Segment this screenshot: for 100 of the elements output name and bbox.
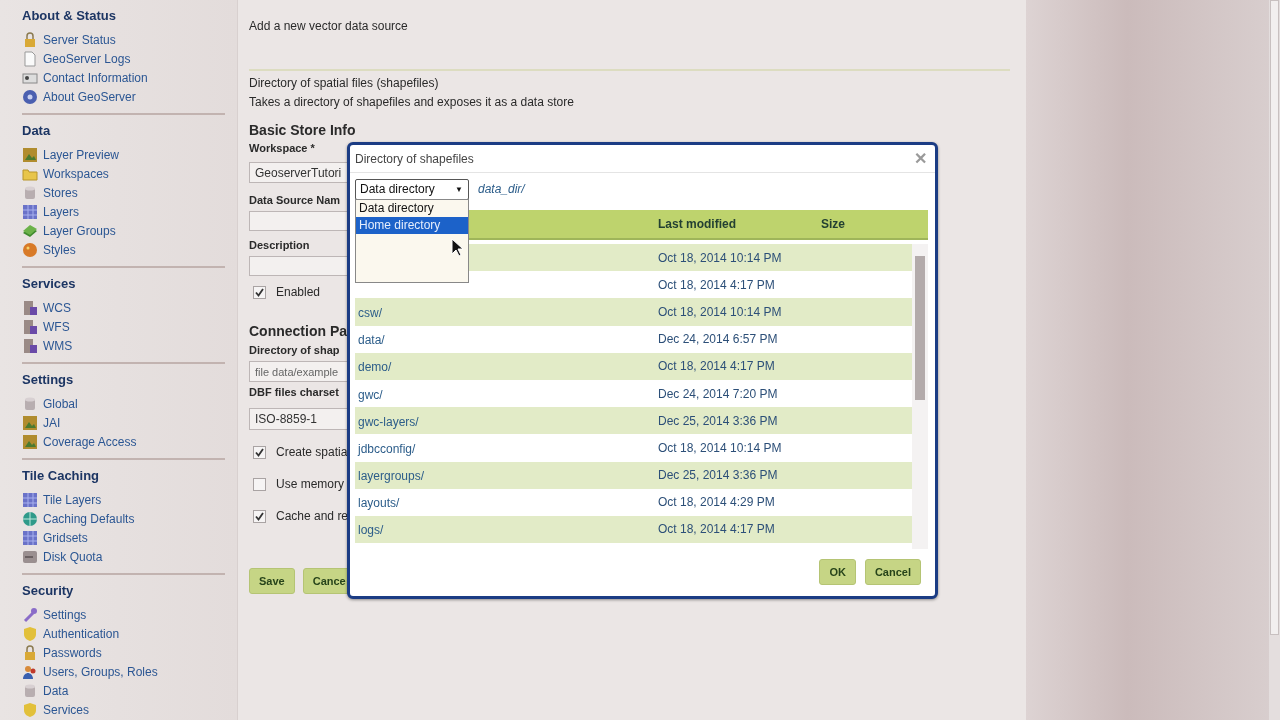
sidebar-link[interactable]: WMS [22,336,73,355]
help-icon [22,88,38,105]
server-icon [22,299,38,316]
wrench-icon [22,606,38,623]
date-cell: Oct 18, 2014 4:29 PM [658,495,775,510]
page-intro: Add a new vector data source [249,18,409,35]
checkbox-label: Cache and re [276,509,349,523]
document-icon [22,50,38,67]
checkbox-label: Enabled [276,285,321,299]
people-icon [22,663,38,680]
checkbox[interactable] [253,477,266,491]
globe-icon [22,510,38,527]
root-select[interactable]: Data directory ▼ [355,178,469,200]
date-cell: Dec 25, 2014 3:36 PM [658,468,778,483]
sidebar-link[interactable]: Services [22,700,89,719]
ok-button[interactable]: OK [819,559,856,585]
section-heading: Tile Caching [22,467,101,485]
table-row[interactable]: demo/ Oct 18, 2014 4:17 PM [355,352,912,380]
cancel-button[interactable]: Cancel [864,559,921,585]
field-label: Data Source Nam [249,193,341,207]
server-icon [22,337,38,354]
field-label: Workspace * [249,141,315,155]
sidebar-link[interactable]: JAI [22,413,61,432]
sidebar-link[interactable]: Settings [22,605,87,624]
sidebar-link[interactable]: GeoServer Logs [22,49,131,68]
grid-icon [22,203,38,220]
field-label: DBF files charset [249,385,339,399]
date-cell: Oct 18, 2014 4:17 PM [658,359,775,374]
dropdown-option[interactable]: Data directory [356,200,468,217]
scrollbar[interactable] [912,244,928,549]
folder-link[interactable]: csw/ [355,305,382,320]
table-row[interactable]: layergroups/ Dec 25, 2014 3:36 PM [355,461,912,489]
sidebar-link[interactable]: Workspaces [22,164,109,183]
section-heading: Data [22,122,52,140]
sidebar-link[interactable]: WCS [22,298,71,317]
column-heading[interactable]: Size [821,217,845,231]
date-cell: Dec 25, 2014 3:36 PM [658,413,778,428]
database-icon [22,395,38,412]
sidebar-link[interactable]: Authentication [22,624,120,643]
grid-icon [22,529,38,546]
date-cell: Dec 24, 2014 6:57 PM [658,332,778,347]
dropdown-option[interactable]: Home directory [356,217,468,234]
sidebar-link[interactable]: Caching Defaults [22,509,135,528]
server-icon [22,318,38,335]
field-label: Directory of shap [249,343,340,357]
sidebar-link[interactable]: Tile Layers [22,490,102,509]
checkbox[interactable] [253,285,266,299]
shield-icon [22,625,38,642]
store-type: Directory of spatial files (shapefiles) [249,75,440,92]
folder-link[interactable]: layouts/ [355,496,400,511]
sidebar-link[interactable]: WFS [22,317,70,336]
checkbox[interactable] [253,445,266,459]
column-heading[interactable]: Last modified [658,217,736,231]
folder-link[interactable]: data/ [355,333,385,348]
sidebar-link[interactable]: Global [22,394,78,413]
database-icon [22,682,38,699]
sidebar-link[interactable]: Stores [22,183,78,202]
date-cell: Oct 18, 2014 10:14 PM [658,250,782,265]
date-cell: Dec 24, 2014 7:20 PM [658,386,778,401]
section-heading: Services [22,275,77,293]
section-title: Connection Pa [249,322,347,340]
image-icon [22,146,38,163]
database-icon [22,184,38,201]
scrollbar[interactable] [1269,0,1280,720]
date-cell: Oct 18, 2014 4:17 PM [658,277,775,292]
sidebar-link[interactable]: Styles [22,240,76,259]
image-icon [22,414,38,431]
sidebar-link[interactable]: Data [22,681,69,700]
date-cell: Oct 18, 2014 10:14 PM [658,304,782,319]
folder-link[interactable]: jdbcconfig/ [355,441,416,456]
section-heading: Settings [22,371,75,389]
sidebar-link[interactable]: Layer Preview [22,145,120,164]
date-cell: Oct 18, 2014 10:14 PM [658,440,782,455]
checkbox[interactable] [253,509,266,523]
sidebar-link[interactable]: Coverage Access [22,432,137,451]
sidebar-link[interactable]: Users, Groups, Roles [22,662,158,681]
table-row[interactable]: logs/ Oct 18, 2014 4:17 PM [355,515,912,544]
folder-link[interactable]: demo/ [355,360,392,375]
table-row[interactable]: gwc-layers/ Dec 25, 2014 3:36 PM [355,407,912,435]
layers-icon [22,222,38,239]
shield-icon [22,701,38,718]
sidebar-link[interactable]: About GeoServer [22,87,136,106]
folder-link[interactable]: gwc/ [355,387,383,402]
field-label: Description [249,238,310,252]
checkbox-label: Use memory [276,477,344,491]
lock-icon [22,644,38,661]
sidebar-link[interactable]: Gridsets [22,528,88,547]
date-cell: Oct 18, 2014 4:17 PM [658,522,775,537]
sidebar-link[interactable]: Layers [22,202,80,221]
sidebar-link[interactable]: Layer Groups [22,221,116,240]
folder-link[interactable]: logs/ [355,523,384,538]
checkbox-label: Create spatia [276,445,348,459]
sidebar-link[interactable]: Server Status [22,30,116,49]
save-button[interactable]: Save [249,568,295,594]
sidebar-link[interactable]: Contact Information [22,68,148,87]
sidebar-link[interactable]: Disk Quota [22,547,103,566]
folder-link[interactable]: layergroups/ [355,469,425,484]
table-row[interactable]: csw/ Oct 18, 2014 10:14 PM [355,298,912,326]
sidebar-link[interactable]: Passwords [22,643,102,662]
path-link[interactable]: data_dir/ [478,182,525,196]
